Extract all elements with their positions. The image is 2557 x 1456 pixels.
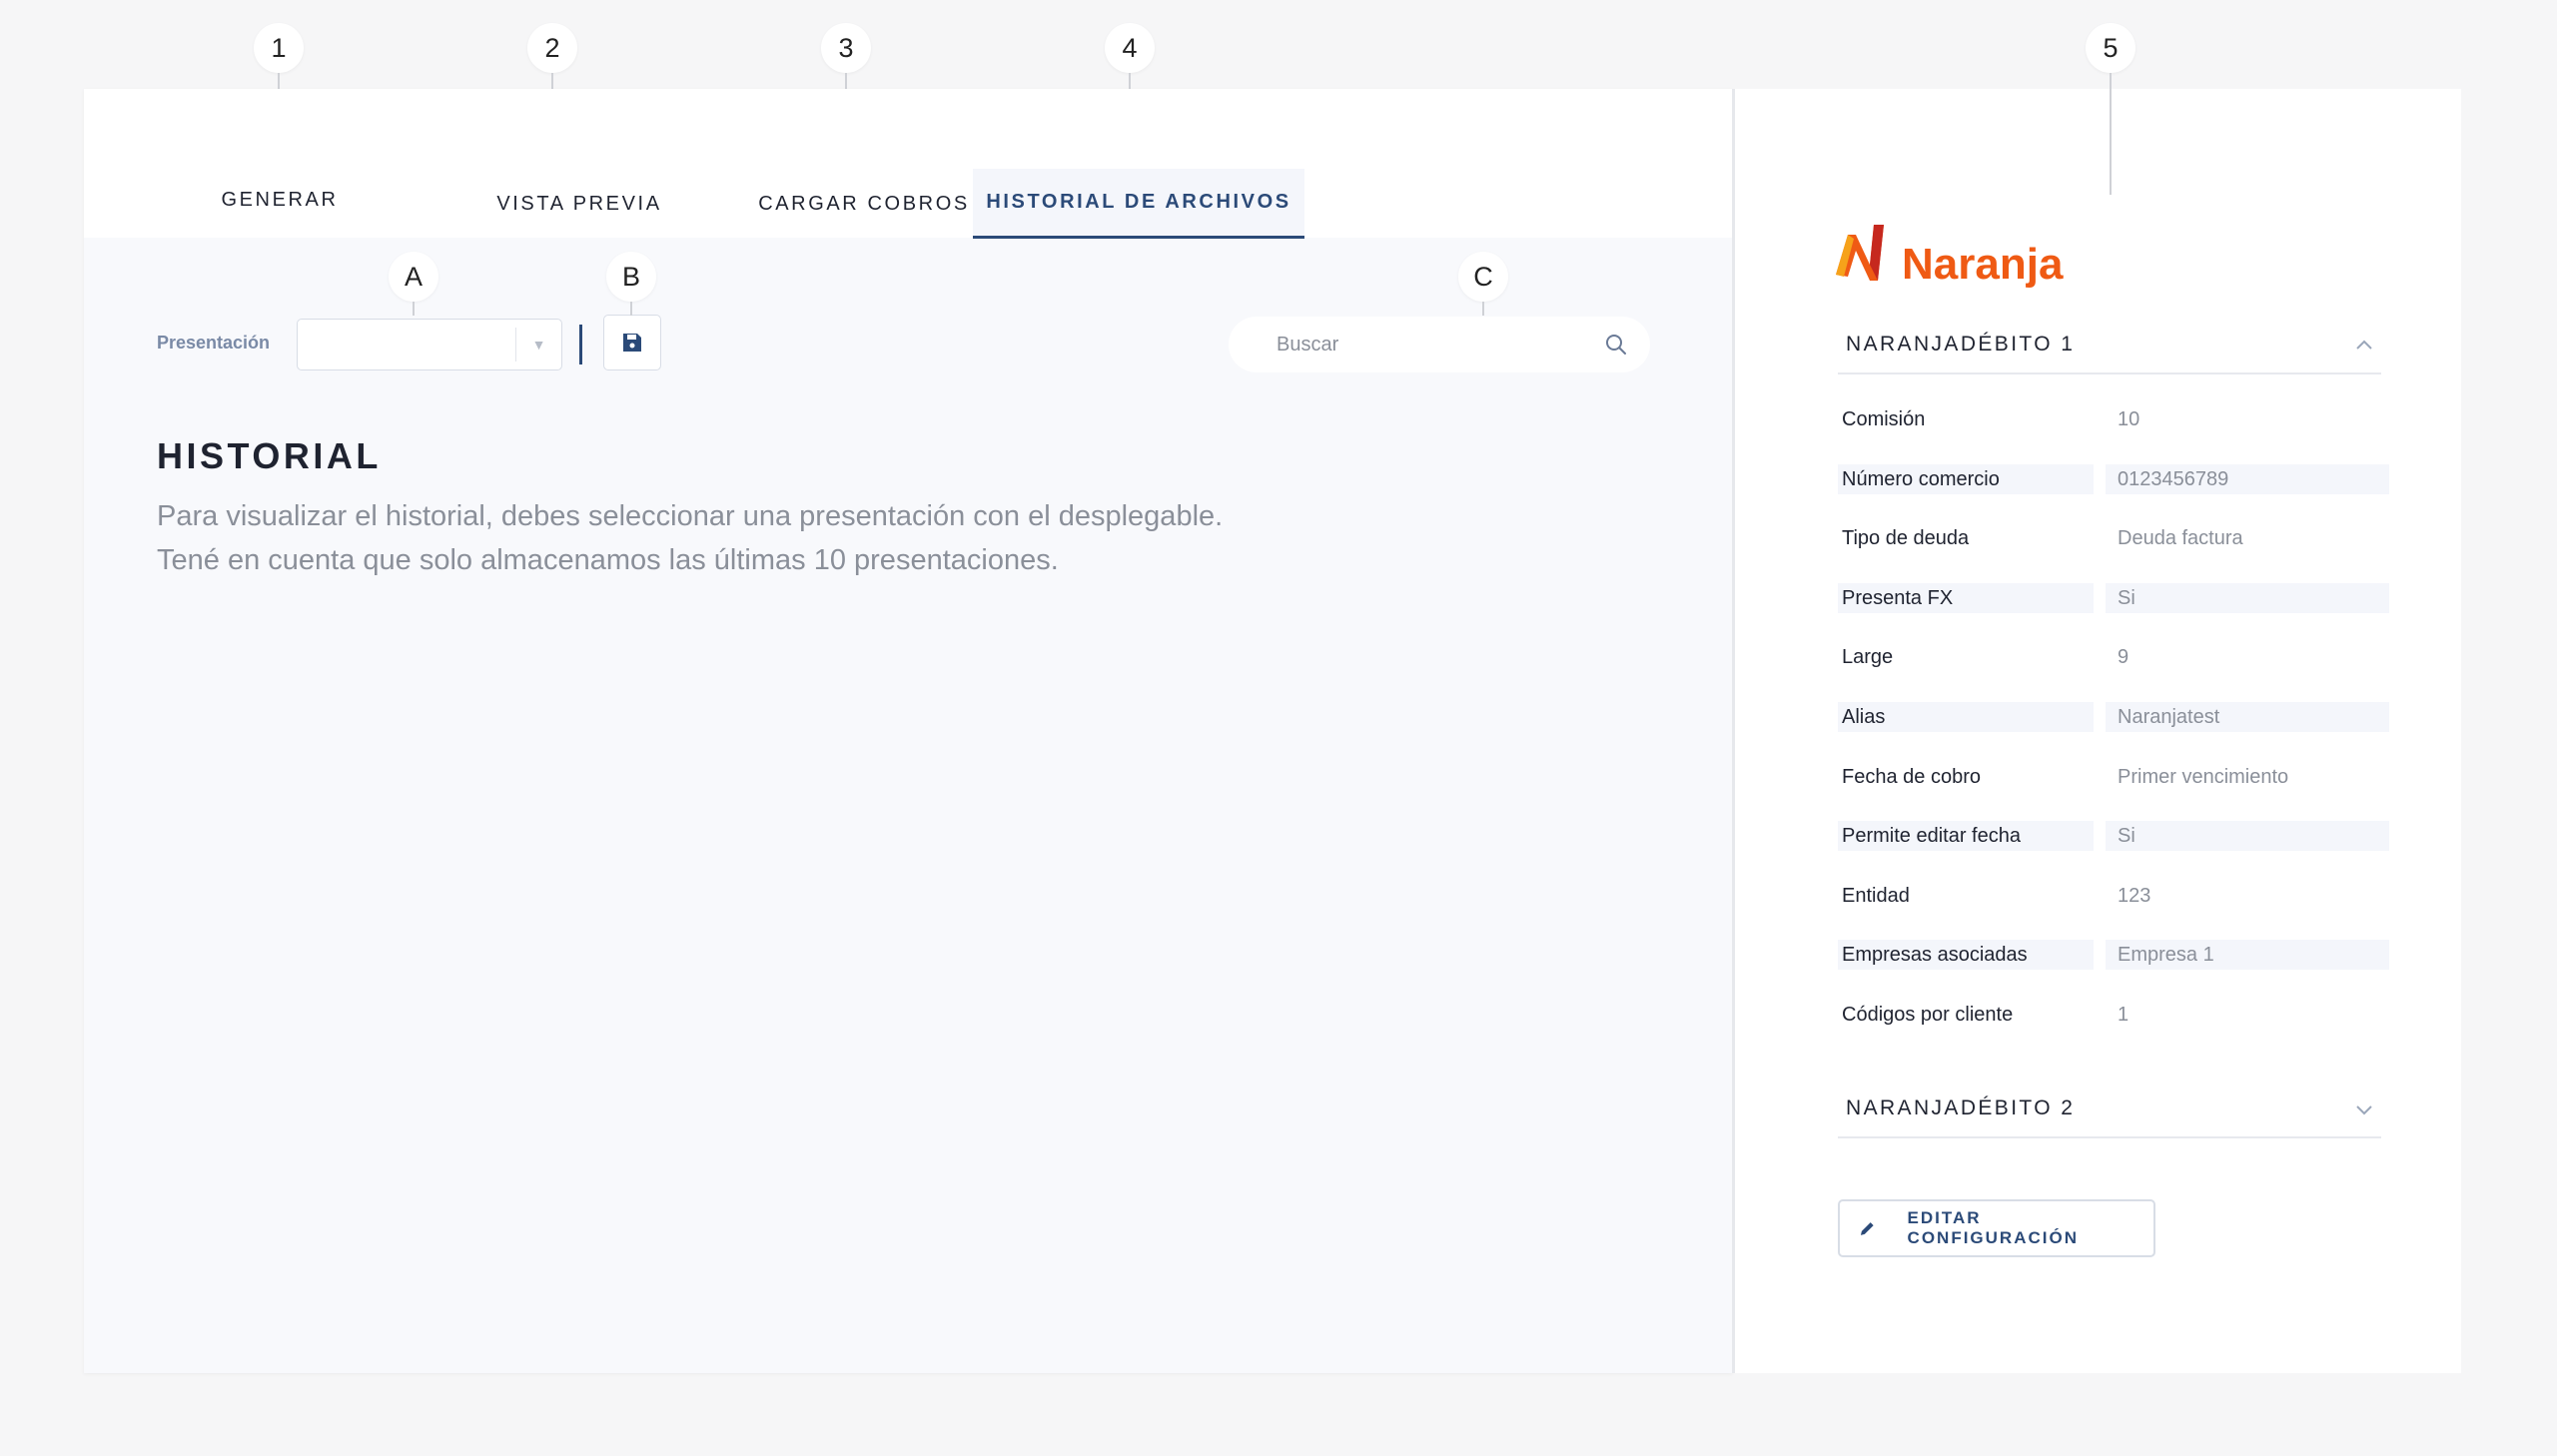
config-row: Entidad 123 xyxy=(1838,865,2397,925)
config-row-key: Códigos por cliente xyxy=(1842,1003,2014,1026)
tabs-bar: GENERAR VISTA PREVIA CARGAR COBROS HISTO… xyxy=(84,89,1732,239)
edit-configuration-label: EDITAR CONFIGURACIÓN xyxy=(1907,1208,2079,1247)
config-row: Presenta FX Si xyxy=(1838,567,2397,627)
accordion-naranjadebito-2[interactable]: NARANJADÉBITO 2 xyxy=(1838,1085,2381,1138)
tab-generar[interactable]: GENERAR xyxy=(190,165,370,235)
config-row-value: Deuda factura xyxy=(2118,527,2243,550)
config-row-value: Naranjatest xyxy=(2106,701,2389,732)
accordion-title: NARANJADÉBITO 2 xyxy=(1846,1096,2076,1119)
naranja-logo: Naranja xyxy=(1834,219,2063,287)
tab-historial-de-archivos[interactable]: HISTORIAL DE ARCHIVOS xyxy=(973,169,1304,239)
config-row-value: 1 xyxy=(2118,1003,2130,1026)
tab-cargar-cobros[interactable]: CARGAR COBROS xyxy=(729,169,999,239)
config-row: Alias Naranjatest xyxy=(1838,686,2397,746)
tab-vista-previa[interactable]: VISTA PREVIA xyxy=(469,169,689,239)
historial-description: Para visualizar el historial, debes sele… xyxy=(157,494,1223,582)
config-panel: Naranja NARANJADÉBITO 1 Comisión 10 Número… xyxy=(1732,89,2461,1373)
config-row-key: Presenta FX xyxy=(1838,582,2094,613)
config-row: Fecha de cobro Primer vencimiento xyxy=(1838,746,2397,806)
callout-marker: 5 xyxy=(2086,23,2135,73)
config-row-value: Si xyxy=(2106,582,2389,613)
presentacion-select[interactable]: ▼ xyxy=(297,319,562,370)
callout-marker: 3 xyxy=(821,23,871,73)
config-row-key: Alias xyxy=(1838,701,2094,732)
config-row-value: 0123456789 xyxy=(2106,463,2389,494)
callout-marker: B xyxy=(606,252,656,302)
callout-a: A xyxy=(389,252,438,316)
save-button[interactable] xyxy=(603,315,661,370)
pencil-icon xyxy=(1860,1222,1874,1235)
presentacion-label: Presentación xyxy=(157,333,271,353)
config-rows: Comisión 10 Número comercio 0123456789 Tipo … xyxy=(1838,388,2397,1044)
naranja-logo-text: Naranja xyxy=(1902,240,2064,289)
search-icon[interactable] xyxy=(1604,333,1628,357)
historial-title: HISTORIAL xyxy=(157,435,382,476)
config-row: Empresas asociadas Empresa 1 xyxy=(1838,924,2397,984)
callout-marker: 1 xyxy=(254,23,304,73)
historial-line-2: Tené en cuenta que solo almacenamos las … xyxy=(157,544,1059,576)
callout-5: 5 xyxy=(2086,23,2135,195)
callout-b: B xyxy=(606,252,656,316)
accordion-naranjadebito-1[interactable]: NARANJADÉBITO 1 xyxy=(1838,321,2381,374)
config-row-key: Empresas asociadas xyxy=(1838,940,2094,971)
config-row: Número comercio 0123456789 xyxy=(1838,448,2397,508)
config-row: Permite editar fecha Si xyxy=(1838,805,2397,865)
save-icon xyxy=(623,334,641,352)
accordion-title: NARANJADÉBITO 1 xyxy=(1846,333,2076,356)
search-box xyxy=(1229,317,1650,372)
callout-c: C xyxy=(1458,252,1508,316)
config-row-key: Tipo de deuda xyxy=(1842,527,1970,550)
naranja-logo-icon xyxy=(1836,225,1884,281)
config-row-key: Número comercio xyxy=(1838,463,2094,494)
config-row-key: Large xyxy=(1842,646,1894,669)
config-row-value: 9 xyxy=(2118,646,2130,669)
dropdown-caret-icon[interactable]: ▼ xyxy=(515,328,561,362)
callout-marker: 4 xyxy=(1105,23,1155,73)
config-row-key: Entidad xyxy=(1842,884,1910,907)
config-row-key: Fecha de cobro xyxy=(1842,765,1981,788)
historial-line-1: Para visualizar el historial, debes sele… xyxy=(157,500,1224,532)
callout-marker: A xyxy=(389,252,438,302)
config-row: Large 9 xyxy=(1838,626,2397,686)
config-row: Comisión 10 xyxy=(1838,388,2397,448)
config-row: Tipo de deuda Deuda factura xyxy=(1838,507,2397,567)
config-row: Códigos por cliente 1 xyxy=(1838,984,2397,1044)
config-row-value: Si xyxy=(2106,821,2389,852)
callout-marker: 2 xyxy=(527,23,577,73)
edit-configuration-button[interactable]: EDITAR CONFIGURACIÓN xyxy=(1838,1199,2155,1257)
config-row-value: 10 xyxy=(2118,408,2140,430)
config-row-value: Primer vencimiento xyxy=(2118,765,2289,788)
config-row-key: Permite editar fecha xyxy=(1838,821,2094,852)
search-input[interactable] xyxy=(1277,331,1576,359)
toolbar-divider xyxy=(579,325,582,364)
config-row-value: Empresa 1 xyxy=(2106,940,2389,971)
chevron-up-icon[interactable] xyxy=(2353,335,2375,357)
chevron-down-icon[interactable] xyxy=(2353,1098,2375,1120)
config-row-key: Comisión xyxy=(1842,408,1926,430)
callout-marker: C xyxy=(1458,252,1508,302)
config-row-value: 123 xyxy=(2118,884,2151,907)
